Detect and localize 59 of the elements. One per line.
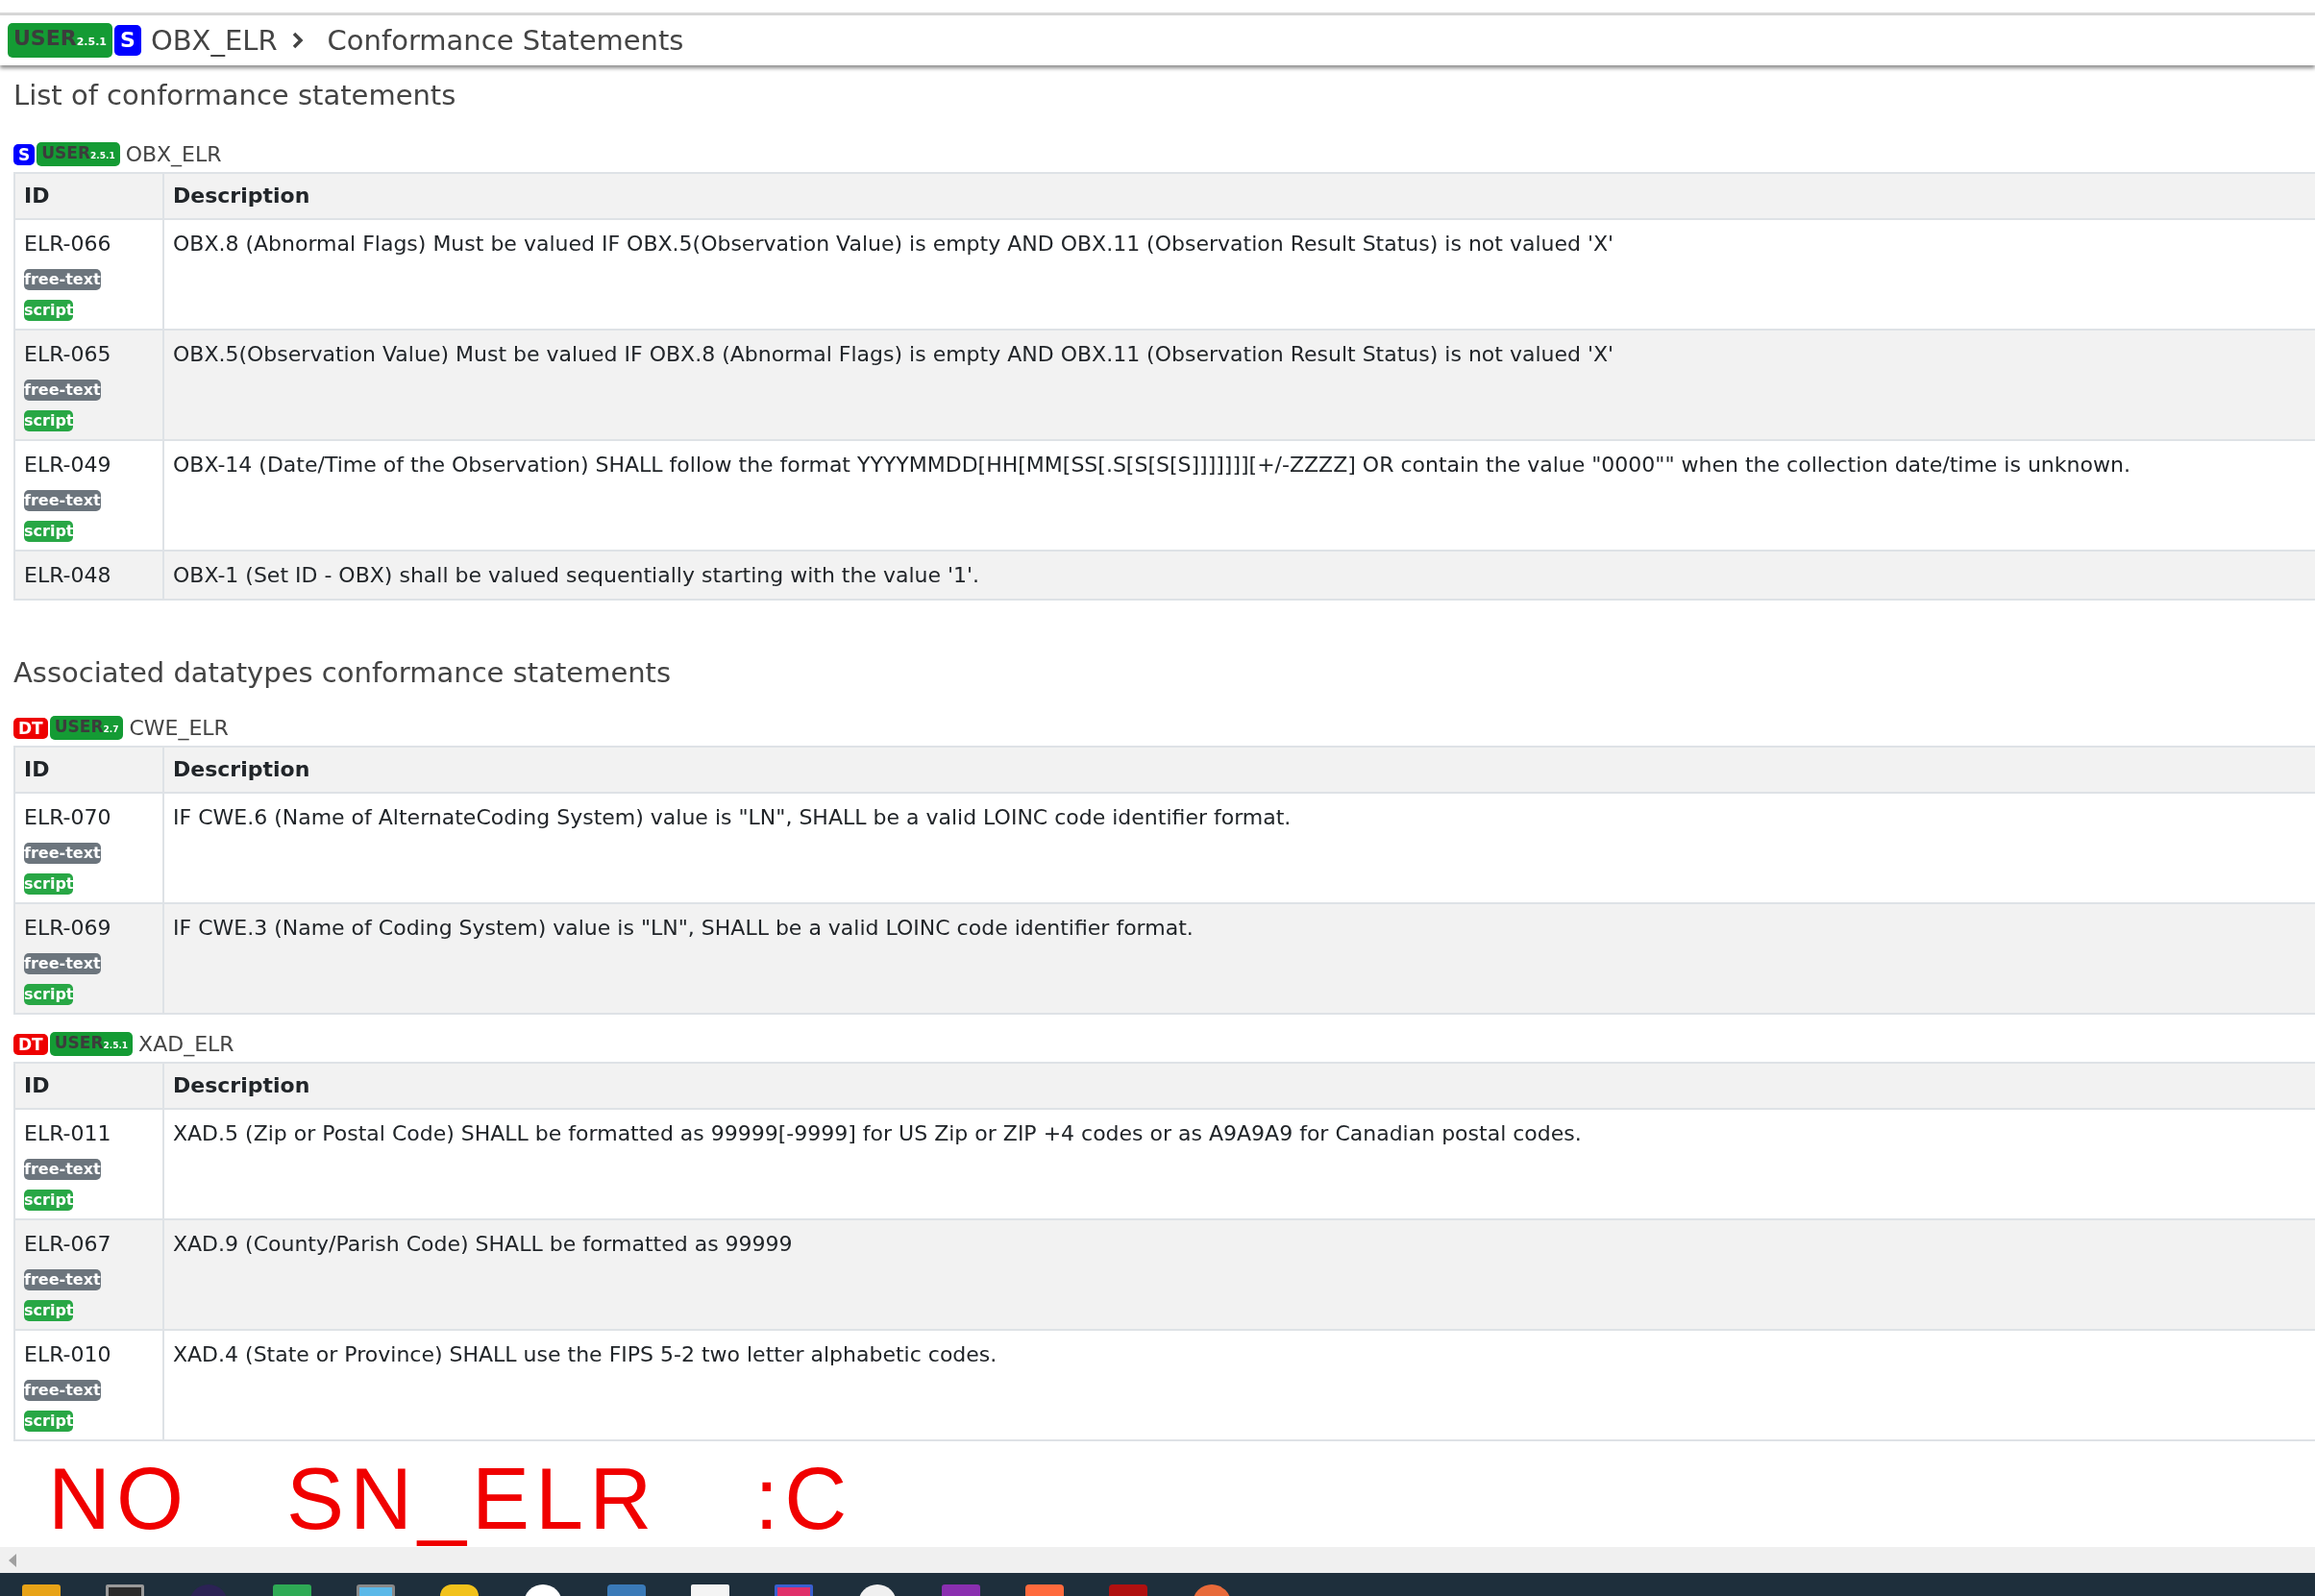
type-tag: script (24, 300, 74, 322)
statement-description: OBX-1 (Set ID - OBX) shall be valued sequentially starting with the value '1'. (173, 563, 980, 588)
type-tag: script (24, 410, 74, 432)
statement-description: XAD.5 (Zip or Postal Code) SHALL be formatted as 99999[-9999] for US Zip or ZIP +4 codes or as A9A9A9 for Canadian postal codes. (173, 1121, 1582, 1146)
statement-description: XAD.9 (County/Parish Code) SHALL be formatted as 99999 (173, 1232, 793, 1257)
type-tag: free-text (24, 1380, 101, 1402)
type-tag: script (24, 984, 74, 1006)
type-tag: free-text (24, 269, 101, 291)
group-name: CWE_ELR (129, 716, 229, 741)
type-tag: script (24, 1190, 74, 1212)
statement-description: OBX.8 (Abnormal Flags) Must be valued IF OBX.5(Observation Value) is empty AND OBX.11 (Observation Result Status) is not valued 'X' (173, 232, 1614, 257)
datatype-badge: DT (13, 717, 48, 739)
column-header: Description (163, 1063, 2315, 1110)
type-tag: free-text (24, 953, 101, 975)
statement-id: ELR-069 (24, 915, 112, 943)
user-badge: USER2.7 (49, 716, 124, 741)
breadcrumb-item: Conformance Statements (327, 24, 684, 58)
type-tag: free-text (24, 490, 101, 512)
user-badge: USER2.5.1 (49, 1032, 134, 1057)
datatype-badge: DT (13, 1033, 48, 1055)
statement-description: IF CWE.6 (Name of AlternateCoding System) value is "LN", SHALL be a valid LOINC code identifier format. (173, 805, 1292, 830)
group-name: OBX_ELR (125, 142, 222, 167)
statement-id: ELR-065 (24, 341, 112, 369)
column-header: ID (14, 747, 163, 794)
chevron-icon (290, 31, 305, 51)
statement-id: ELR-049 (24, 452, 112, 479)
statement-id: ELR-067 (24, 1231, 112, 1259)
column-header: ID (14, 173, 163, 220)
column-header: Description (163, 747, 2315, 794)
statement-description: OBX-14 (Date/Time of the Observation) SHALL follow the format YYYYMMDD[HH[MM[SS[.S[S[S[S]]]]]]][+/-ZZZZ] OR contain the value "0000"" when the collection date/time is unknown. (173, 453, 2130, 478)
statement-description: XAD.4 (State or Province) SHALL use the FIPS 5-2 two letter alphabetic codes. (173, 1342, 997, 1367)
handwritten-note: NO SN_ELR :C (47, 1451, 854, 1548)
statement-description: OBX.5(Observation Value) Must be valued IF OBX.8 (Abnormal Flags) is empty AND OBX.11 (Observation Result Status) is not valued 'X' (173, 342, 1614, 367)
section-heading: List of conformance statements (13, 79, 457, 112)
statement-id: ELR-070 (24, 804, 112, 832)
column-header: Description (163, 173, 2315, 220)
breadcrumb-item[interactable]: OBX_ELR (150, 24, 278, 58)
user-badge: USER2.5.1 (8, 23, 112, 59)
type-tag: script (24, 873, 74, 896)
segment-badge: S (114, 25, 141, 57)
type-tag: script (24, 521, 74, 543)
horizontal-scrollbar[interactable] (0, 1547, 2315, 1574)
column-header: ID (14, 1063, 163, 1110)
statement-id: ELR-010 (24, 1341, 112, 1369)
type-tag: script (24, 1411, 74, 1433)
group-name: XAD_ELR (138, 1032, 234, 1057)
type-tag: script (24, 1300, 74, 1322)
statement-id: ELR-011 (24, 1120, 112, 1148)
scroll-left-icon[interactable] (8, 1553, 17, 1567)
user-badge: USER2.5.1 (37, 142, 120, 167)
section-heading: Associated datatypes conformance statements (13, 656, 673, 690)
type-tag: free-text (24, 1159, 101, 1181)
statement-id: ELR-066 (24, 231, 112, 258)
type-tag: free-text (24, 1269, 101, 1291)
type-tag: free-text (24, 843, 101, 865)
statement-id: ELR-048 (24, 562, 112, 590)
statement-description: IF CWE.3 (Name of Coding System) value is "LN", SHALL be a valid LOINC code identifier format. (173, 916, 1194, 941)
segment-badge: S (13, 143, 36, 165)
type-tag: free-text (24, 380, 101, 402)
